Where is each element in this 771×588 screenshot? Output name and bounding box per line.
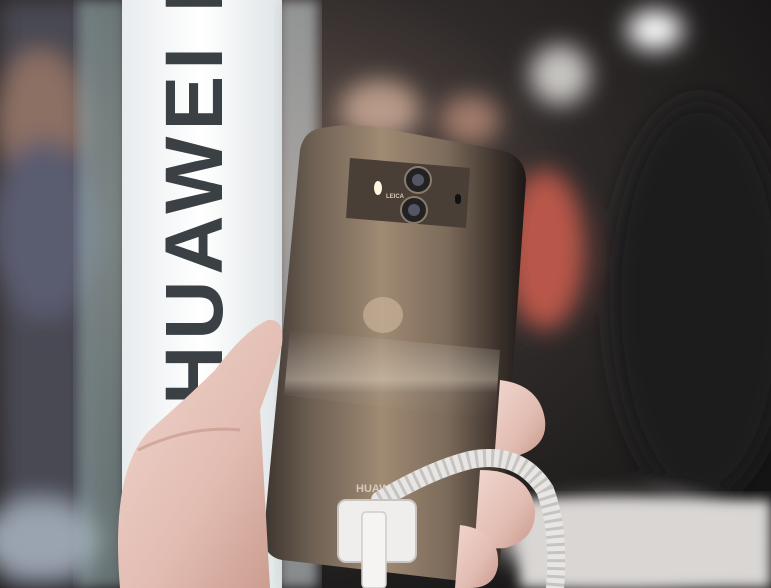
product-photo: HUAWEI Ma LEICA HUAWEI — [0, 0, 771, 588]
fingerprint-sensor — [363, 297, 403, 333]
glass-pillar — [78, 0, 126, 588]
banner-text: HUAWEI Ma — [149, 0, 240, 405]
photo-scene: HUAWEI Ma LEICA HUAWEI — [0, 0, 771, 588]
flash-icon — [374, 181, 382, 195]
laser-sensor-icon — [455, 194, 461, 204]
camera-brand-label: LEICA — [386, 194, 405, 200]
